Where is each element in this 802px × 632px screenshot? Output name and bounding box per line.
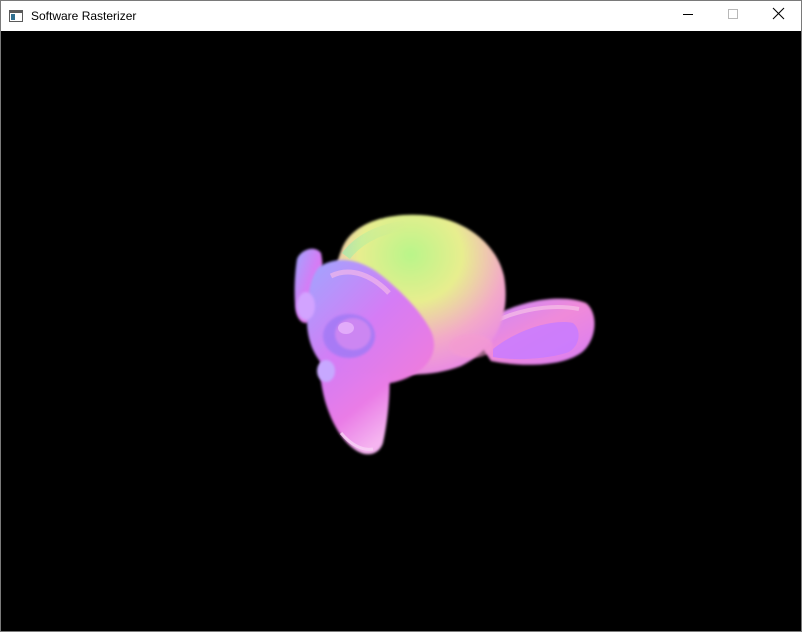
title-bar[interactable]: Software Rasterizer xyxy=(1,1,801,31)
window-title: Software Rasterizer xyxy=(31,9,137,23)
render-viewport[interactable] xyxy=(1,31,801,631)
minimize-icon xyxy=(682,7,694,25)
jaw xyxy=(317,360,390,455)
app-window-icon xyxy=(9,9,23,23)
close-icon xyxy=(772,7,785,25)
rendered-mesh xyxy=(294,214,595,455)
maximize-button[interactable] xyxy=(710,1,756,31)
cheek-patch xyxy=(449,334,493,358)
brow-bulge xyxy=(297,292,315,320)
app-window: Software Rasterizer xyxy=(0,0,802,632)
minimize-button[interactable] xyxy=(665,1,711,31)
maximize-icon xyxy=(727,7,739,25)
close-button[interactable] xyxy=(755,1,801,31)
eye xyxy=(323,314,375,358)
